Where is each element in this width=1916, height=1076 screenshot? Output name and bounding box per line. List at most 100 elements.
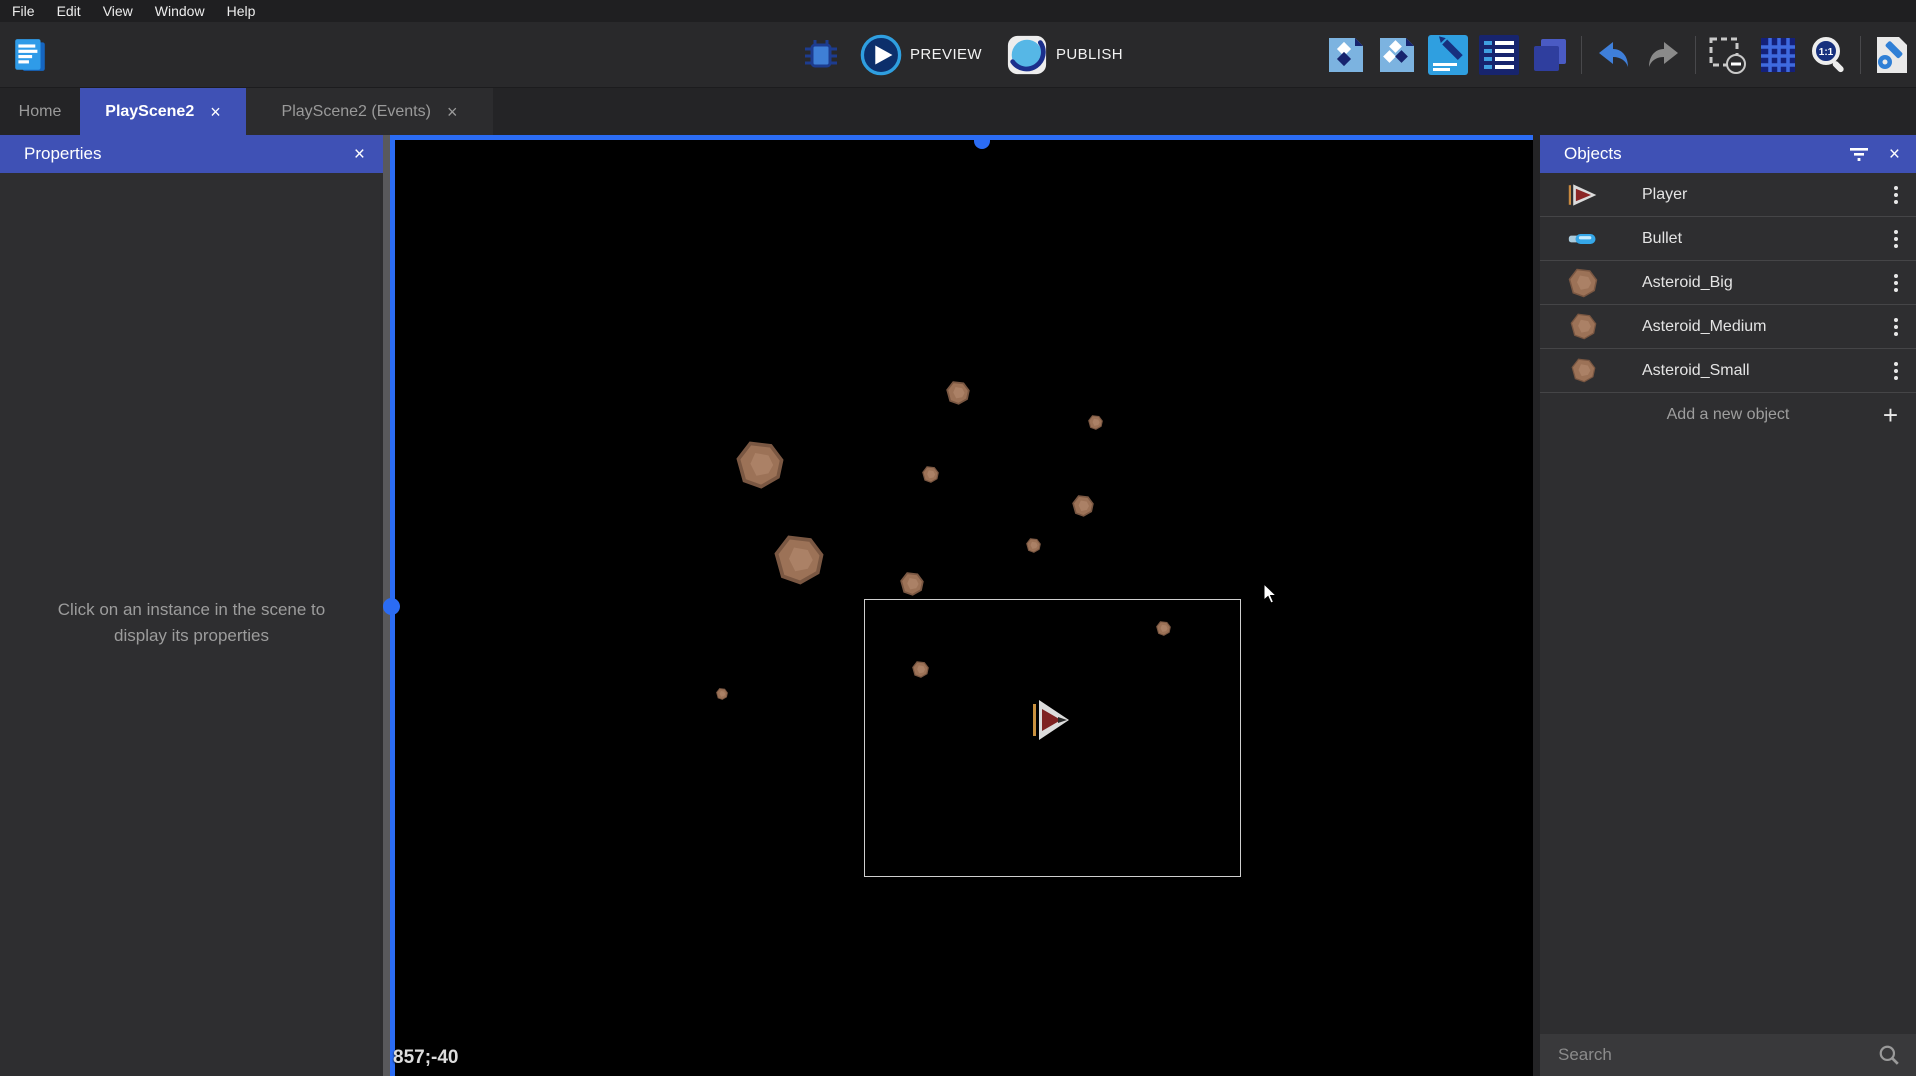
tab-playscene2-events[interactable]: PlayScene2 (Events) × [246, 88, 493, 135]
object-label: Player [1642, 186, 1876, 204]
toolbar: PREVIEW PUBLISH [0, 22, 1916, 88]
close-icon[interactable]: × [447, 103, 458, 121]
asteroid-instance[interactable] [900, 572, 924, 596]
layers-icon [1530, 35, 1570, 75]
kebab-icon [1894, 362, 1898, 380]
object-label: Bullet [1642, 230, 1876, 248]
undo-icon [1593, 35, 1633, 75]
kebab-icon [1894, 274, 1898, 292]
filter-icon [1849, 147, 1869, 162]
asteroid-icon [1570, 313, 1597, 340]
object-menu-button[interactable] [1876, 305, 1916, 349]
objects-title: Objects [1564, 144, 1622, 164]
publish-label: PUBLISH [1056, 46, 1123, 63]
object-row-bullet[interactable]: Bullet [1540, 217, 1916, 261]
scene-canvas[interactable]: 857;-40 [383, 135, 1533, 1076]
asteroid-instance[interactable] [774, 535, 824, 585]
asteroid-icon [1568, 268, 1598, 298]
main-area: Properties × Click on an instance in the… [0, 135, 1916, 1076]
cube-page-icon [1326, 35, 1366, 75]
add-object-button[interactable]: Add a new object + [1540, 393, 1916, 437]
cursor-coordinates: 857;-40 [393, 1047, 459, 1069]
menu-help[interactable]: Help [216, 3, 267, 19]
asteroid-instance[interactable] [1072, 495, 1094, 517]
grid-button[interactable] [1758, 35, 1798, 75]
mouse-cursor-icon [1263, 583, 1279, 610]
object-row-asteroid-small[interactable]: Asteroid_Small [1540, 349, 1916, 393]
player-ship-icon [1567, 182, 1599, 208]
debug-button[interactable] [800, 35, 842, 75]
edit-scene-button[interactable] [1428, 35, 1468, 75]
export-cube-button[interactable] [1326, 35, 1366, 75]
asteroid-instance[interactable] [1156, 621, 1171, 636]
asteroid-instance[interactable] [912, 661, 929, 678]
asteroid-instance[interactable] [1026, 538, 1041, 553]
object-menu-button[interactable] [1876, 349, 1916, 393]
extensions-button[interactable] [1377, 35, 1417, 75]
play-icon [860, 34, 902, 76]
close-icon[interactable]: × [1889, 145, 1900, 164]
player-ship-sprite [1031, 696, 1071, 744]
properties-panel: Properties × Click on an instance in the… [0, 135, 383, 1076]
asteroid-instance[interactable] [1088, 415, 1103, 430]
asteroid-instance[interactable] [736, 441, 784, 489]
asteroid-icon [1571, 358, 1596, 383]
globe-icon [1006, 34, 1048, 76]
instances-list-icon [1479, 35, 1519, 75]
menu-view[interactable]: View [92, 3, 144, 19]
object-menu-button[interactable] [1876, 217, 1916, 261]
layers-button[interactable] [1530, 35, 1570, 75]
undo-button[interactable] [1593, 35, 1633, 75]
tab-label: PlayScene2 [105, 103, 194, 121]
menu-window[interactable]: Window [144, 3, 216, 19]
tab-playscene2[interactable]: PlayScene2 × [80, 88, 246, 135]
kebab-icon [1894, 186, 1898, 204]
object-label: Asteroid_Big [1642, 274, 1876, 292]
search-input[interactable] [1558, 1045, 1878, 1065]
project-manager-button[interactable] [10, 36, 50, 76]
filter-button[interactable] [1849, 147, 1869, 162]
preview-button[interactable]: PREVIEW [860, 34, 982, 76]
tab-home[interactable]: Home [0, 88, 80, 135]
zoom-1-1-icon: 1:1 [1809, 35, 1849, 75]
redo-button[interactable] [1644, 35, 1684, 75]
object-menu-button[interactable] [1876, 261, 1916, 305]
redo-icon [1644, 35, 1684, 75]
object-menu-button[interactable] [1876, 173, 1916, 217]
object-row-player[interactable]: Player [1540, 173, 1916, 217]
object-label: Asteroid_Medium [1642, 318, 1876, 336]
properties-header: Properties × [0, 135, 383, 173]
tab-label: PlayScene2 (Events) [282, 103, 431, 121]
instances-list-button[interactable] [1479, 35, 1519, 75]
search-icon [1878, 1044, 1900, 1066]
selection-handle-left[interactable] [383, 598, 400, 615]
toolbar-separator [1860, 36, 1861, 74]
gdevelop-logo-icon [11, 36, 49, 74]
tab-bar: Home PlayScene2 × PlayScene2 (Events) × [0, 88, 1916, 135]
object-row-asteroid-medium[interactable]: Asteroid_Medium [1540, 305, 1916, 349]
publish-button[interactable]: PUBLISH [1006, 34, 1123, 76]
tab-label: Home [19, 103, 62, 121]
kebab-icon [1894, 318, 1898, 336]
menu-edit[interactable]: Edit [46, 3, 92, 19]
close-icon[interactable]: × [354, 145, 365, 164]
asteroid-instance[interactable] [946, 381, 970, 405]
menu-file[interactable]: File [1, 3, 46, 19]
asteroid-instance[interactable] [716, 688, 728, 700]
selection-handle-top[interactable] [974, 140, 990, 149]
deselect-icon [1707, 35, 1747, 75]
objects-header: Objects × [1540, 135, 1916, 173]
grid-icon [1758, 35, 1798, 75]
plus-icon: + [1883, 402, 1898, 428]
player-instance[interactable] [1031, 696, 1071, 744]
toolbar-separator [1695, 36, 1696, 74]
object-label: Asteroid_Small [1642, 362, 1876, 380]
clear-selection-button[interactable] [1707, 35, 1747, 75]
scene-properties-button[interactable] [1872, 35, 1912, 75]
close-icon[interactable]: × [210, 103, 221, 121]
kebab-icon [1894, 230, 1898, 248]
edit-pencil-icon [1428, 35, 1468, 75]
asteroid-instance[interactable] [922, 466, 939, 483]
object-row-asteroid-big[interactable]: Asteroid_Big [1540, 261, 1916, 305]
zoom-actual-size-button[interactable]: 1:1 [1809, 35, 1849, 75]
